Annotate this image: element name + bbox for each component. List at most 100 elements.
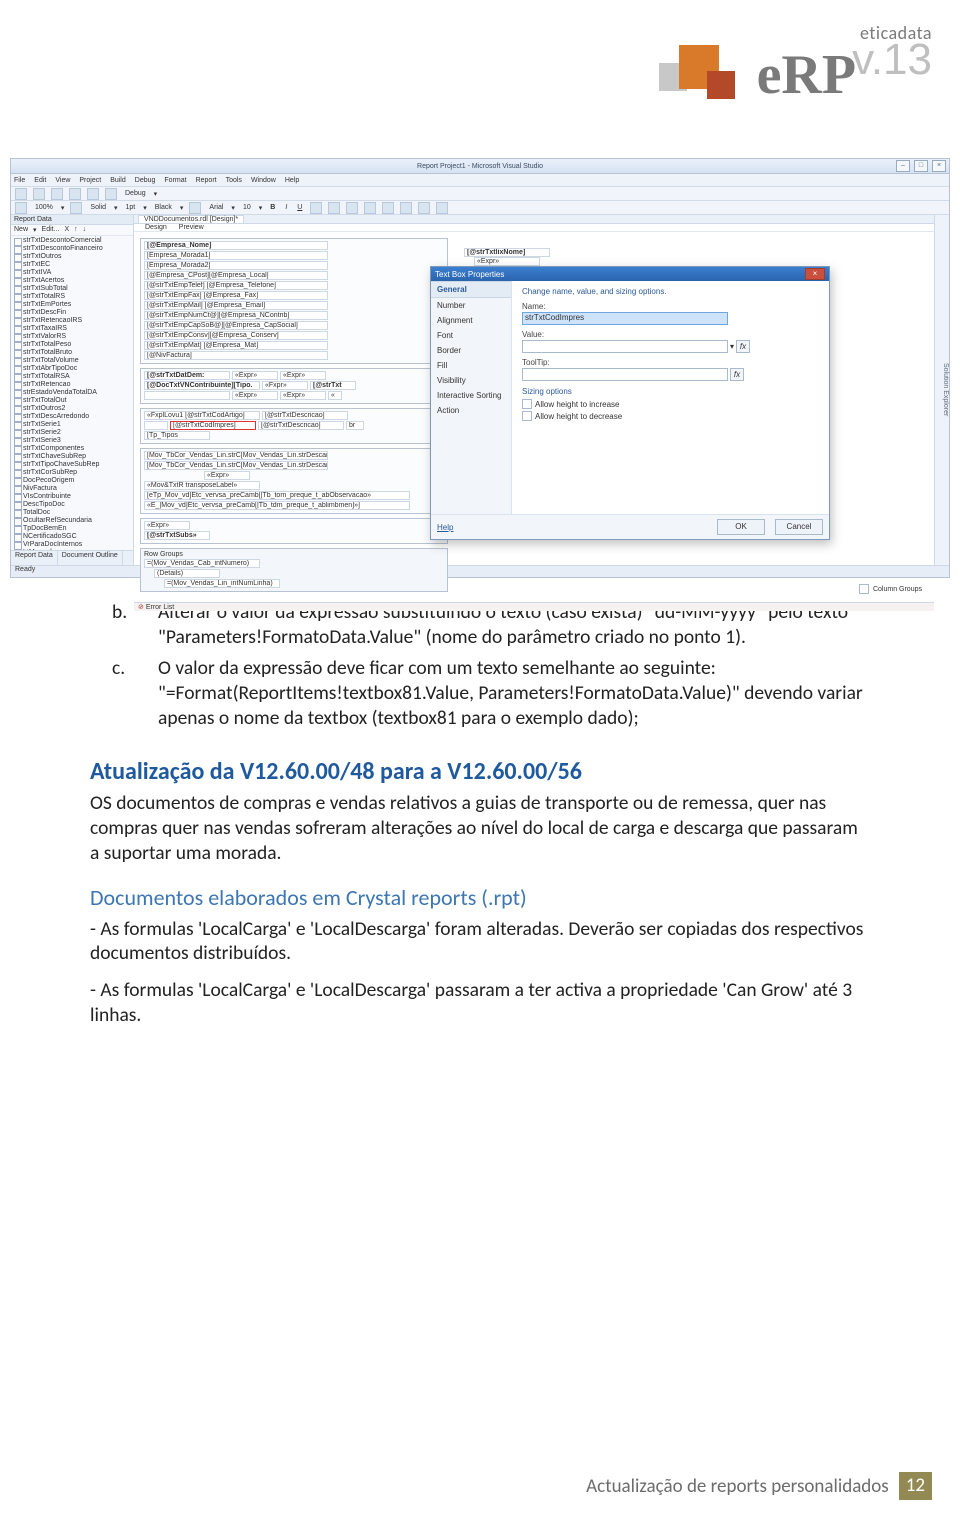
rpt-cell[interactable]: [@NivFactura]	[144, 351, 328, 360]
tree-item[interactable]: NivFactura	[13, 485, 131, 493]
toolbar-line-color[interactable]: Black	[153, 204, 174, 211]
toolbar-debug-combo[interactable]: Debug	[123, 190, 148, 197]
rpt-cell[interactable]: [@DocTxtVNContribuinte][Tipo.	[144, 381, 260, 390]
dlg-help-link[interactable]: Help	[437, 523, 453, 532]
toolbar-italic-icon[interactable]: I	[283, 204, 289, 211]
tree-item[interactable]: TotalDoc	[13, 509, 131, 517]
rpt-header[interactable]: [@Empresa_Nome]	[144, 241, 328, 250]
menu-edit[interactable]: Edit	[34, 177, 46, 184]
report-data-new[interactable]: New	[14, 226, 28, 234]
report-data-edit[interactable]: Edit...	[42, 226, 60, 234]
tree-item[interactable]: strTxtTotalOut	[13, 397, 131, 405]
rpt-cell[interactable]: «FxplLovu1 [@strTxtCodArtigo]	[144, 411, 260, 420]
toolbar-icon[interactable]	[33, 188, 45, 200]
tree-item[interactable]: strTxtDescontoFinanceiro	[13, 245, 131, 253]
dlg-side-action[interactable]: Action	[431, 403, 511, 418]
tree-item[interactable]: strTxtAbrTipoDoc	[13, 365, 131, 373]
tree-item[interactable]: DescTipoDoc	[13, 501, 131, 509]
tree-item[interactable]: NCertificadoSGC	[13, 533, 131, 541]
rpt-cell[interactable]: [@strTxtEmpTelef] [@Empresa_Telefone]	[144, 281, 328, 290]
dlg-value-fx-button[interactable]: fx	[736, 340, 750, 353]
rpt-cell[interactable]: «E_|Mov_vd]Etc_vervsa_preCamb[|Tb_tdm_pr…	[144, 501, 410, 510]
toolbar-icon[interactable]	[70, 202, 82, 214]
tab-report-data[interactable]: Report Data	[11, 551, 58, 565]
tree-item[interactable]: strTxtSubTotal	[13, 285, 131, 293]
rpt-tablix-label[interactable]: [@strTxtlixNome]	[464, 248, 550, 257]
rpt-cell[interactable]: [eTp_Mov_vd]Etc_vervsa_preCamb[|Tb_tom_p…	[144, 491, 410, 500]
toolbar-line-weight[interactable]: 1pt	[124, 204, 138, 211]
tab-preview[interactable]: Preview	[179, 224, 204, 231]
menu-window[interactable]: Window	[251, 177, 276, 184]
rpt-cell[interactable]: «Fxpr»	[262, 381, 308, 390]
window-max-button[interactable]: □	[914, 160, 928, 172]
toolbar-icon[interactable]	[69, 188, 81, 200]
dlg-side-interactive-sorting[interactable]: Interactive Sorting	[431, 388, 511, 403]
rpt-cell[interactable]: «Expr»	[144, 521, 190, 530]
toolbar-icon[interactable]	[189, 202, 201, 214]
dlg-cb-decrease[interactable]	[522, 411, 532, 421]
toolbar-icon[interactable]	[15, 188, 27, 200]
tree-item[interactable]: strTxtValorRS	[13, 333, 131, 341]
dlg-side-border[interactable]: Border	[431, 343, 511, 358]
tree-item[interactable]: strTxtSerie1	[13, 421, 131, 429]
window-min-button[interactable]: –	[896, 160, 910, 172]
toolbar-icon[interactable]	[51, 188, 63, 200]
toolbar-icon[interactable]	[364, 202, 376, 214]
menu-format[interactable]: Format	[164, 177, 186, 184]
tree-item[interactable]: strTxtTipoChaveSubRep	[13, 461, 131, 469]
toolbar-font-combo[interactable]: Arial	[207, 204, 225, 211]
dlg-value-input[interactable]	[522, 340, 728, 353]
rpt-cell[interactable]: [@strTxtEmpConsv][@Empresa_Conserv]	[144, 331, 328, 340]
dlg-tooltip-fx-button[interactable]: fx	[730, 368, 744, 381]
rpt-cell[interactable]: «Expr»	[280, 371, 326, 380]
toolbar-fontsize-combo[interactable]: 10	[241, 204, 253, 211]
rpt-cell[interactable]: [@strTxtDescricao]	[258, 421, 344, 430]
rpt-cell[interactable]: «Expr»	[280, 391, 326, 400]
rpt-cell[interactable]: [@strTxtEmpMail] [@Empresa_Email]	[144, 301, 328, 310]
solution-explorer-tab[interactable]: Solution Explorer	[934, 215, 949, 565]
tree-item[interactable]: strTxtDescFin	[13, 309, 131, 317]
tree-item[interactable]: strTxtTotalBruto	[13, 349, 131, 357]
tree-item[interactable]: strTxtSerie3	[13, 437, 131, 445]
document-tab[interactable]: VNDDocumentos.rdl [Design]*	[138, 215, 244, 223]
rpt-cell[interactable]: br	[346, 421, 364, 430]
dlg-name-input[interactable]: strTxtCodImpres	[522, 312, 728, 325]
rpt-cell[interactable]: [Tp_Tipos	[144, 431, 210, 440]
rpt-cell[interactable]: [Mov_TbCor_Vendas_Lin.strC[Mov_Vendas_Li…	[144, 451, 328, 460]
tree-item[interactable]: OcultarRefSecundaria	[13, 517, 131, 525]
tree-item[interactable]: strTxtDescArredondo	[13, 413, 131, 421]
vs-menubar[interactable]: File Edit View Project Build Debug Forma…	[11, 174, 949, 187]
dlg-tooltip-input[interactable]	[522, 368, 728, 381]
rpt-cell[interactable]	[144, 391, 230, 400]
toolbar-bold-icon[interactable]: B	[268, 204, 277, 211]
tree-item[interactable]: strTxtDescontoComercial	[13, 237, 131, 245]
rpt-cell[interactable]: [@strTxtDatDem:	[144, 371, 230, 380]
toolbar-icon[interactable]	[382, 202, 394, 214]
rpt-cell[interactable]: [Mov_TbCor_Vendas_Lin.strC[Mov_Vendas_Li…	[144, 461, 328, 470]
tree-item[interactable]: strTxtIVA	[13, 269, 131, 277]
row-group[interactable]: =(Mov_Vendas_Lin_intNumLinha)	[164, 579, 280, 588]
tree-item[interactable]: strTxtTotalRSA	[13, 373, 131, 381]
rpt-cell[interactable]: «Expr»	[204, 471, 250, 480]
rpt-cell[interactable]: [@strTxtEmpCapSoB@][@Empresa_CapSocial]	[144, 321, 328, 330]
tree-item[interactable]: strTxtComponentes	[13, 445, 131, 453]
tree-item[interactable]: strTxtTotalVolume	[13, 357, 131, 365]
toolbar-icon[interactable]	[328, 202, 340, 214]
dlg-cb-increase[interactable]	[522, 399, 532, 409]
error-list-tab[interactable]: ⊘ Error List	[134, 602, 934, 611]
rpt-cell[interactable]: [@strTxtSubs»	[144, 531, 210, 540]
dlg-cancel-button[interactable]: Cancel	[775, 519, 823, 535]
tree-item[interactable]: strTxtChaveSubRep	[13, 453, 131, 461]
rpt-cell[interactable]: [@strTxtEmpNumCt@][@Empresa_NContrib]	[144, 311, 328, 320]
rpt-cell[interactable]: [Empresa_Morada2]	[144, 261, 328, 270]
menu-tools[interactable]: Tools	[226, 177, 242, 184]
dlg-side-visibility[interactable]: Visibility	[431, 373, 511, 388]
report-data-down-icon[interactable]: ↓	[83, 226, 87, 234]
tree-item[interactable]: DocPecoOrigem	[13, 477, 131, 485]
tree-item[interactable]: strTxtSerie2	[13, 429, 131, 437]
toolbar-icon[interactable]	[346, 202, 358, 214]
rpt-cell[interactable]: [@strTxtDescricao]	[262, 411, 348, 420]
report-data-up-icon[interactable]: ↑	[74, 226, 78, 234]
tree-item[interactable]: strTxtTotalPeso	[13, 341, 131, 349]
tree-item[interactable]: strTxtTotalRS	[13, 293, 131, 301]
